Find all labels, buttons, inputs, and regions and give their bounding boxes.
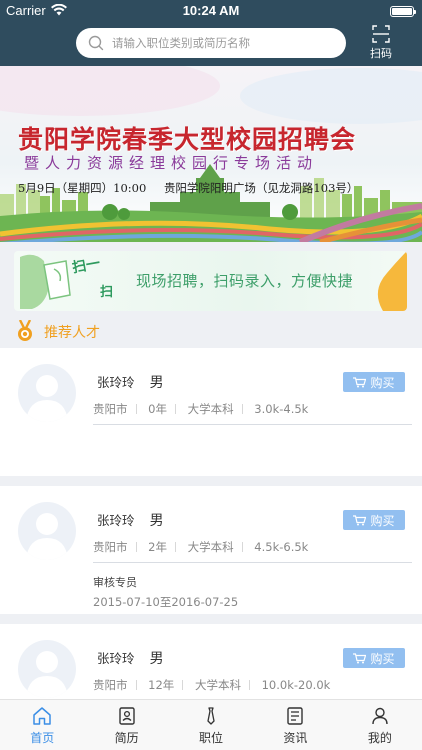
tie-icon [207,707,215,725]
buy-label: 购买 [370,651,395,666]
candidate-gender: 男 [149,651,164,667]
home-icon [33,707,51,725]
candidate-salary: 4.5k-6.5k [254,540,309,554]
work-job-title: 审核专员 [93,576,137,589]
scan-button[interactable]: 扫码 [364,25,398,61]
candidate-city: 贵阳市 [93,540,128,554]
candidate-gender: 男 [149,513,164,529]
resume-icon [118,707,135,725]
tab-label: 简历 [114,731,139,745]
scan-label: 扫码 [370,47,392,60]
candidate-card[interactable]: 张玲玲 男 购买 贵阳市 0年 大学本科 3.0k-4.5k [0,348,422,476]
avatar [18,364,76,422]
candidate-experience: 0年 [148,402,167,416]
avatar [18,640,76,698]
search-icon [88,35,104,55]
candidate-meta: 贵阳市 0年 大学本科 3.0k-4.5k [93,401,314,417]
candidate-name: 张玲玲 [97,651,135,666]
cart-icon [353,652,367,663]
divider [93,424,412,425]
tab-home[interactable]: 首页 [0,700,84,750]
candidate-meta: 贵阳市 2年 大学本科 4.5k-6.5k [93,539,314,555]
tab-resume[interactable]: 简历 [84,700,168,750]
scan-art-text-2: 扫 [100,285,114,300]
tab-news[interactable]: 资讯 [253,700,337,750]
name-row: 张玲玲 男 [97,372,164,392]
candidate-meta: 贵阳市 12年 大学本科 10.0k-20.0k [93,677,336,693]
candidate-experience: 12年 [148,678,175,692]
buy-label: 购买 [370,513,395,528]
banner-subtitle: 暨人力资源经理校园行专场活动 [24,154,319,172]
cart-icon [353,376,367,387]
search-input[interactable] [112,28,338,58]
status-bar: Carrier 10:24 AM [0,0,422,22]
strip-decoration [377,251,407,311]
tab-label: 资讯 [283,731,308,745]
candidate-name: 张玲玲 [97,375,135,390]
tab-jobs[interactable]: 职位 [169,700,253,750]
status-time: 10:24 AM [182,3,240,18]
scan-promo-strip[interactable]: 扫一 扫 现场招聘，扫码录入，方便快捷 [14,251,407,311]
name-row: 张玲玲 男 [97,648,164,668]
banner-date: 5月9日（星期四）10:00 [18,181,147,195]
banner-title: 贵阳学院春季大型校园招聘会 [18,125,357,154]
candidate-education: 大学本科 [194,678,241,692]
battery-icon [390,6,416,17]
candidate-card[interactable]: 张玲玲 男 购买 贵阳市 2年 大学本科 4.5k-6.5k 审核专员 2015… [0,486,422,614]
medal-icon [18,320,32,341]
user-icon [372,707,388,725]
search-bar[interactable] [76,28,346,58]
candidate-education: 大学本科 [187,402,234,416]
promo-banner[interactable]: 贵阳学院春季大型校园招聘会 暨人力资源经理校园行专场活动 5月9日（星期四）10… [0,66,422,242]
top-header: Carrier 10:24 AM 扫码 [0,0,422,66]
tab-label: 首页 [30,731,55,745]
cart-icon [353,514,367,525]
buy-button[interactable]: 购买 [343,648,405,668]
buy-button[interactable]: 购买 [343,372,405,392]
buy-label: 购买 [370,375,395,390]
name-row: 张玲玲 男 [97,510,164,530]
candidate-gender: 男 [149,375,164,391]
candidate-city: 贵阳市 [93,678,128,692]
candidate-experience: 2年 [148,540,167,554]
tab-label: 我的 [367,731,392,745]
candidate-city: 贵阳市 [93,402,128,416]
tab-label: 职位 [199,731,224,745]
buy-button[interactable]: 购买 [343,510,405,530]
divider [93,562,412,563]
banner-location: 贵阳学院阳明广场（见龙洞路103号） [163,181,359,195]
work-period: 2015-07-10至2016-07-25 [93,595,239,609]
tab-mine[interactable]: 我的 [338,700,422,750]
section-title: 推荐人才 [44,325,100,341]
news-icon [287,707,304,725]
scan-art-text-1: 扫一 [70,255,102,277]
candidate-salary: 10.0k-20.0k [261,678,331,692]
scan-strip-text: 现场招聘，扫码录入，方便快捷 [136,272,354,290]
avatar [18,502,76,560]
candidate-salary: 3.0k-4.5k [254,402,309,416]
section-header: 推荐人才 [0,316,422,348]
scan-icon [372,25,390,43]
candidate-name: 张玲玲 [97,513,135,528]
banner-info: 5月9日（星期四）10:00 贵阳学院阳明广场（见龙洞路103号） [18,180,358,196]
bottom-tab-bar: 首页 简历 职位 资讯 我的 [0,699,422,750]
candidate-card[interactable]: 张玲玲 男 购买 贵阳市 12年 大学本科 10.0k-20.0k [0,624,422,704]
candidate-education: 大学本科 [187,540,234,554]
